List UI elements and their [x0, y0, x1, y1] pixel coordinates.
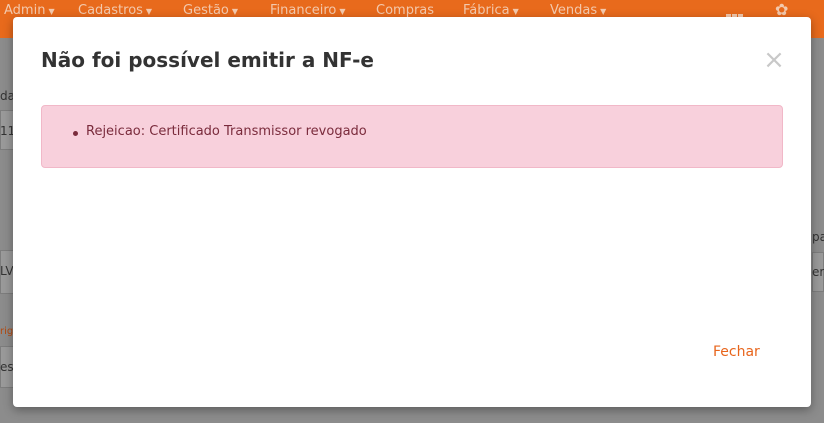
- bg-fragment: es: [0, 360, 14, 374]
- nav-item-fabrica[interactable]: Fábrica ▼: [463, 3, 519, 18]
- nav-item-gestao[interactable]: Gestão ▼: [183, 3, 238, 18]
- error-list: Rejeicao: Certificado Transmissor revoga…: [73, 124, 367, 139]
- nav-item-financeiro[interactable]: Financeiro ▼: [270, 3, 346, 18]
- nav-item-cadastros[interactable]: Cadastros ▼: [78, 3, 152, 18]
- grid-icon[interactable]: [726, 4, 744, 37]
- nav-item-admin[interactable]: Admin ▼: [4, 3, 55, 18]
- bg-fragment: LV: [0, 264, 14, 278]
- bg-fragment: pa: [812, 230, 824, 244]
- bg-fragment: rig: [0, 326, 14, 337]
- close-button[interactable]: Fechar: [713, 341, 769, 363]
- error-modal: Não foi possível emitir a NF-e × Rejeica…: [13, 17, 811, 407]
- error-message: Rejeicao: Certificado Transmissor revoga…: [73, 124, 367, 139]
- nav-item-compras[interactable]: Compras: [376, 3, 434, 18]
- modal-title: Não foi possível emitir a NF-e: [41, 48, 374, 72]
- close-icon[interactable]: ×: [763, 47, 785, 73]
- error-alert: Rejeicao: Certificado Transmissor revoga…: [41, 105, 783, 168]
- bg-fragment: er: [812, 265, 824, 279]
- nav-item-vendas[interactable]: Vendas ▼: [550, 3, 606, 18]
